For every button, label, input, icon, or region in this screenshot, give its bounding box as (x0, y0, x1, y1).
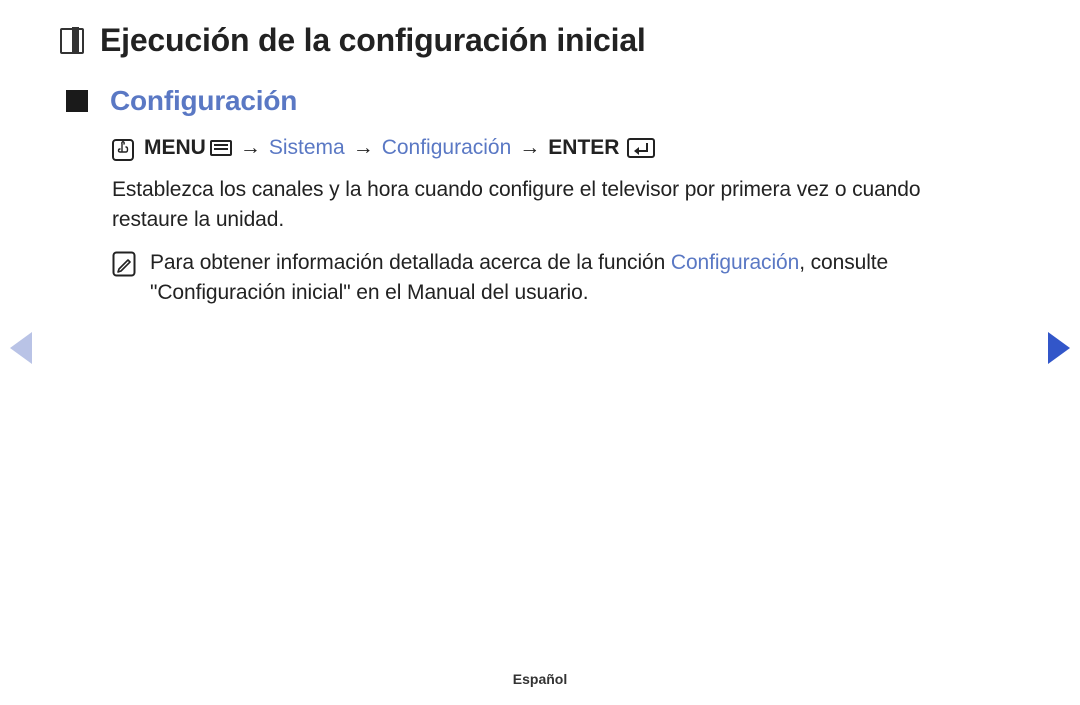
page-title-row: Ejecución de la configuración inicial (60, 22, 980, 59)
section-heading-row: Configuración (66, 85, 980, 117)
note-row: Para obtener información detallada acerc… (112, 248, 980, 309)
note-pencil-icon (112, 251, 136, 277)
hand-tap-icon (112, 135, 134, 161)
breadcrumb: MENU → Sistema → Configuración → ENTER (112, 135, 980, 161)
next-page-arrow-icon[interactable] (1048, 332, 1070, 364)
breadcrumb-configuracion: Configuración (382, 136, 512, 160)
menu-grid-icon (210, 140, 232, 156)
prev-page-arrow-icon[interactable] (10, 332, 32, 364)
page-content: Ejecución de la configuración inicial Co… (0, 0, 1080, 309)
square-bullet-icon (66, 90, 88, 112)
page-title: Ejecución de la configuración inicial (100, 22, 646, 59)
note-text: Para obtener información detallada acerc… (150, 248, 980, 309)
book-icon (60, 28, 84, 54)
breadcrumb-sistema: Sistema (269, 136, 345, 160)
body-paragraph: Establezca los canales y la hora cuando … (112, 175, 980, 236)
arrow-icon: → (517, 136, 542, 160)
arrow-icon: → (351, 136, 376, 160)
note-highlight: Configuración (671, 251, 799, 274)
breadcrumb-menu-label: MENU (144, 136, 206, 160)
section-title: Configuración (110, 85, 297, 117)
arrow-icon: → (238, 136, 263, 160)
breadcrumb-enter-label: ENTER (548, 136, 619, 160)
note-prefix: Para obtener información detallada acerc… (150, 251, 671, 274)
footer-language: Español (0, 671, 1080, 687)
enter-key-icon (627, 138, 655, 158)
